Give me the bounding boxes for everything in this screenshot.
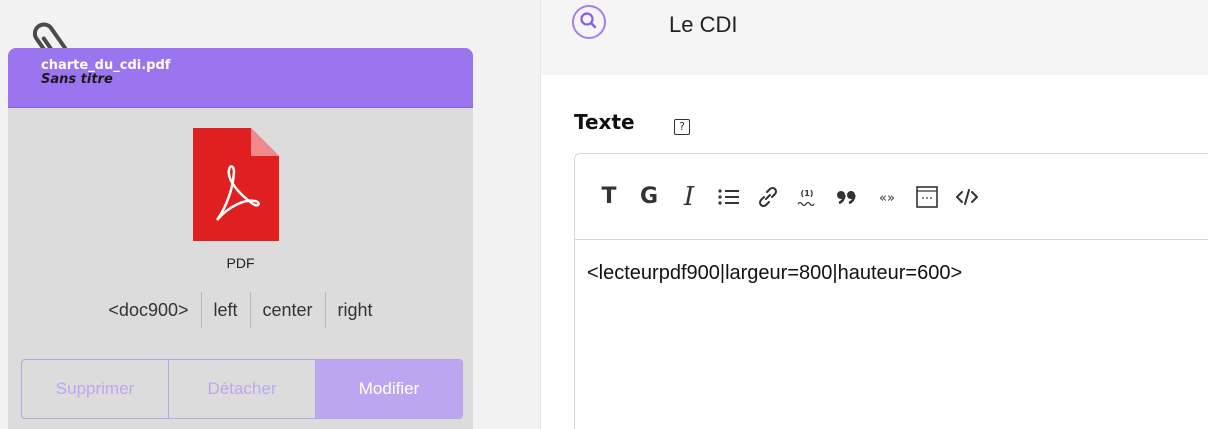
bold-icon[interactable]: G	[637, 184, 661, 209]
help-icon[interactable]: ?	[674, 119, 690, 135]
document-actions: Supprimer Détacher Modifier	[21, 359, 463, 419]
delete-button[interactable]: Supprimer	[22, 360, 169, 418]
heading-icon[interactable]: T	[597, 184, 621, 209]
text-editor: T G I (1) «» <lecteurpdf900|largeur=800|…	[574, 153, 1208, 429]
document-title: Sans titre	[41, 72, 113, 87]
title-row: Le CDI	[541, 0, 1208, 75]
edit-button[interactable]: Modifier	[316, 360, 462, 418]
svg-text:«»: «»	[879, 191, 895, 206]
document-card-header: charte_du_cdi.pdf Sans titre	[8, 48, 473, 108]
italic-icon[interactable]: I	[677, 182, 701, 212]
code-icon[interactable]	[955, 187, 979, 207]
footnote-icon[interactable]: (1)	[795, 185, 819, 209]
link-icon[interactable]	[757, 186, 779, 208]
search-icon[interactable]	[572, 5, 606, 39]
title-input[interactable]: Le CDI	[669, 12, 737, 38]
document-card: charte_du_cdi.pdf Sans titre PDF <doc900…	[8, 48, 473, 429]
editor-toolbar: T G I (1) «»	[575, 154, 1208, 240]
text-field-label: Texte	[574, 110, 635, 134]
doc-shortcut[interactable]: <doc900>	[96, 300, 200, 321]
insert-shortcuts: <doc900> left center right	[8, 290, 473, 330]
guillemets-icon[interactable]: «»	[875, 187, 899, 207]
text-content-area[interactable]: <lecteurpdf900|largeur=800|hauteur=600>	[575, 240, 1208, 285]
align-center-option[interactable]: center	[251, 300, 325, 321]
page: charte_du_cdi.pdf Sans titre PDF <doc900…	[0, 0, 1208, 429]
edit-form: Le CDI Texte ? T G I (1) «» <lecteurpdf9…	[540, 0, 1208, 429]
quote-icon[interactable]	[835, 187, 859, 207]
file-type-label: PDF	[226, 255, 255, 271]
pdf-file-icon[interactable]	[193, 128, 279, 241]
document-panel: charte_du_cdi.pdf Sans titre PDF <doc900…	[0, 0, 540, 429]
bullet-list-icon[interactable]	[717, 187, 741, 207]
align-right-option[interactable]: right	[326, 300, 385, 321]
align-left-option[interactable]: left	[202, 300, 250, 321]
svg-text:(1): (1)	[801, 189, 814, 198]
block-icon[interactable]	[915, 185, 939, 209]
detach-button[interactable]: Détacher	[169, 360, 316, 418]
